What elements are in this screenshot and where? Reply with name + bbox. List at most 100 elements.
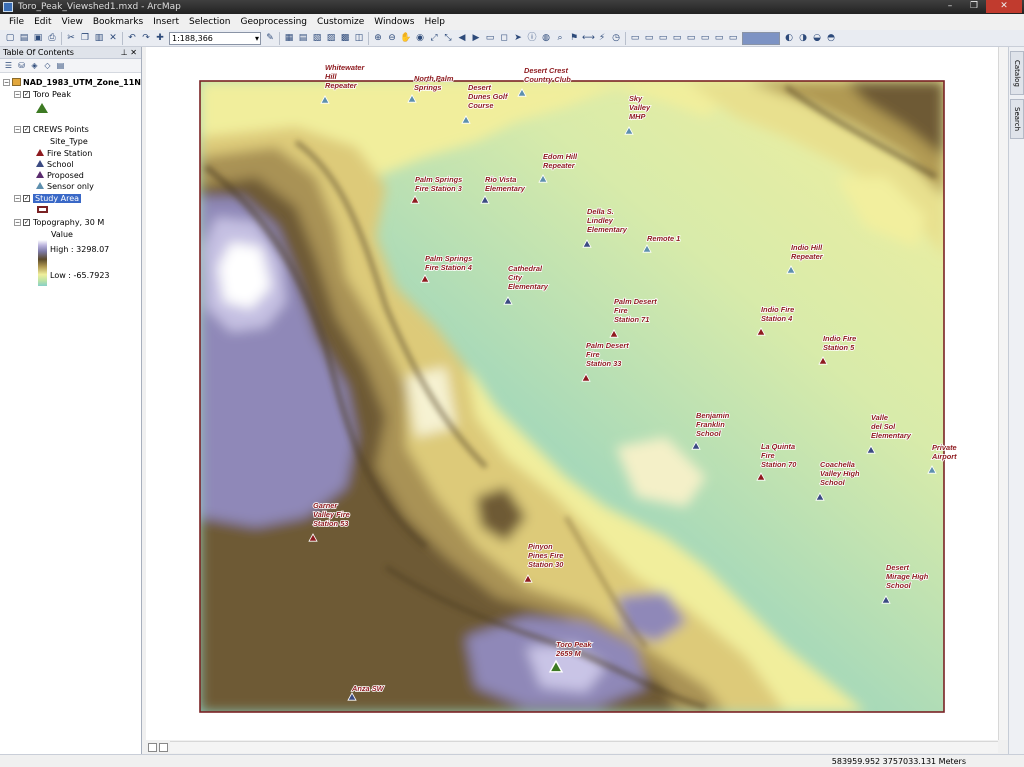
- zoom-out-icon[interactable]: ⊖: [386, 32, 398, 44]
- paste-icon[interactable]: ▥: [93, 32, 105, 44]
- fixed-zoom-in-icon[interactable]: ⤢: [428, 32, 440, 44]
- layer-row-toro-peak[interactable]: − ✓ Toro Peak: [14, 89, 71, 100]
- select-elements-icon[interactable]: ➤: [512, 32, 524, 44]
- forward-extent-icon[interactable]: ▶: [470, 32, 482, 44]
- list-by-selection-icon[interactable]: ◇: [42, 60, 53, 71]
- layer-visibility-checkbox[interactable]: ✓: [23, 195, 30, 202]
- layout-tool-icon[interactable]: ▭: [699, 32, 711, 44]
- save-icon[interactable]: ▣: [32, 32, 44, 44]
- new-document-icon[interactable]: ▢: [4, 32, 16, 44]
- delete-icon[interactable]: ✕: [107, 32, 119, 44]
- close-button[interactable]: ✕: [986, 0, 1022, 13]
- layer-row-crews-points[interactable]: − ✓ CREWS Points: [14, 124, 89, 135]
- search-window-icon[interactable]: ▧: [311, 32, 323, 44]
- arctoolbox-icon[interactable]: ▨: [325, 32, 337, 44]
- find-route-icon[interactable]: ⚑: [568, 32, 580, 44]
- map-scale-input[interactable]: 1:188,366: [169, 31, 261, 45]
- print-icon[interactable]: ⎙: [46, 32, 58, 44]
- layer-row-study-area[interactable]: − ✓ Study Area: [14, 193, 82, 204]
- hyperlink-icon[interactable]: ⚡: [596, 32, 608, 44]
- pin-close-icon[interactable]: ⊥ ✕: [121, 47, 137, 59]
- layer-visibility-checkbox[interactable]: ✓: [23, 126, 30, 133]
- fixed-zoom-out-icon[interactable]: ⤡: [442, 32, 454, 44]
- maximize-button[interactable]: ❐: [962, 0, 986, 13]
- clear-selection-icon[interactable]: ◻: [498, 32, 510, 44]
- measure-icon[interactable]: ⟷: [582, 32, 595, 44]
- cut-icon[interactable]: ✂: [65, 32, 77, 44]
- pan-icon[interactable]: ✋: [400, 32, 412, 44]
- html-popup-icon[interactable]: ◍: [540, 32, 552, 44]
- menu-windows[interactable]: Windows: [369, 14, 419, 30]
- menu-help[interactable]: Help: [419, 14, 450, 30]
- catalog-icon[interactable]: ▤: [297, 32, 309, 44]
- list-by-visibility-icon[interactable]: ◈: [29, 60, 40, 71]
- layout-view-button[interactable]: [159, 742, 168, 752]
- back-extent-icon[interactable]: ◀: [456, 32, 468, 44]
- list-by-drawing-order-icon[interactable]: ☰: [3, 60, 14, 71]
- layout-tool-icon[interactable]: ▭: [629, 32, 641, 44]
- layer-visibility-checkbox[interactable]: ✓: [23, 219, 30, 226]
- table-icon[interactable]: ▦: [283, 32, 295, 44]
- vertical-scrollbar[interactable]: [998, 47, 1008, 740]
- menu-file[interactable]: File: [4, 14, 29, 30]
- map-point-label: Edom Hill Repeater: [543, 152, 578, 170]
- time-slider-icon[interactable]: ◷: [610, 32, 622, 44]
- legend-patch-study-area: [37, 205, 48, 216]
- editor-icon[interactable]: ✎: [264, 32, 276, 44]
- minimize-button[interactable]: –: [938, 0, 962, 13]
- window-title: Toro_Peak_Viewshed1.mxd - ArcMap: [18, 2, 181, 12]
- toc-toolbar: ☰ ⛁ ◈ ◇ ▤: [0, 59, 141, 73]
- effects-icon[interactable]: ◑: [797, 32, 809, 44]
- proposed-symbol-icon: [36, 171, 44, 178]
- menu-selection[interactable]: Selection: [184, 14, 235, 30]
- menu-bookmarks[interactable]: Bookmarks: [88, 14, 148, 30]
- menu-insert[interactable]: Insert: [148, 14, 184, 30]
- find-icon[interactable]: ⌕: [554, 32, 566, 44]
- collapse-icon[interactable]: −: [14, 195, 21, 202]
- catalog-tab[interactable]: Catalog: [1010, 51, 1024, 95]
- collapse-icon[interactable]: −: [14, 91, 21, 98]
- open-icon[interactable]: ▤: [18, 32, 30, 44]
- map-view[interactable]: Whitewater Hill Repeater North Palm Springs D…: [146, 47, 998, 740]
- undo-icon[interactable]: ↶: [126, 32, 138, 44]
- full-extent-icon[interactable]: ◉: [414, 32, 426, 44]
- title-bar: Toro_Peak_Viewshed1.mxd - ArcMap – ❐ ✕: [0, 0, 1024, 14]
- layout-tool-icon[interactable]: ▭: [727, 32, 739, 44]
- layout-tool-icon[interactable]: ▭: [643, 32, 655, 44]
- add-data-icon[interactable]: ✚: [154, 32, 166, 44]
- effects-icon[interactable]: ◒: [811, 32, 823, 44]
- horizontal-scrollbar[interactable]: [170, 741, 998, 753]
- search-tab[interactable]: Search: [1010, 99, 1024, 139]
- layout-tool-icon[interactable]: ▭: [713, 32, 725, 44]
- collapse-icon[interactable]: −: [14, 126, 21, 133]
- model-builder-icon[interactable]: ◫: [353, 32, 365, 44]
- data-view-button[interactable]: [148, 742, 157, 752]
- python-icon[interactable]: ▩: [339, 32, 351, 44]
- layer-row-topography[interactable]: − ✓ Topography, 30 M: [14, 217, 104, 228]
- dataframe-row[interactable]: − NAD_1983_UTM_Zone_11N: [3, 77, 141, 88]
- effects-icon[interactable]: ◐: [783, 32, 795, 44]
- menu-view[interactable]: View: [57, 14, 88, 30]
- layout-tool-icon[interactable]: ▭: [657, 32, 669, 44]
- menu-edit[interactable]: Edit: [29, 14, 56, 30]
- menu-geoprocessing[interactable]: Geoprocessing: [235, 14, 312, 30]
- layout-tool-icon[interactable]: ▭: [671, 32, 683, 44]
- map-canvas[interactable]: Whitewater Hill RepeaterNorth Palm SpringsD…: [146, 47, 998, 740]
- identify-icon[interactable]: ⓘ: [526, 32, 538, 44]
- layer-visibility-checkbox[interactable]: ✓: [23, 91, 30, 98]
- fire-station-symbol-icon: [36, 149, 44, 156]
- legend-patch-toro-peak: [36, 103, 51, 114]
- collapse-icon[interactable]: −: [14, 219, 21, 226]
- zoom-in-icon[interactable]: ⊕: [372, 32, 384, 44]
- effects-icon[interactable]: ◓: [825, 32, 837, 44]
- redo-icon[interactable]: ↷: [140, 32, 152, 44]
- menu-customize[interactable]: Customize: [312, 14, 369, 30]
- target-layer-dropdown[interactable]: [742, 31, 780, 45]
- list-by-source-icon[interactable]: ⛁: [16, 60, 27, 71]
- toc-options-icon[interactable]: ▤: [55, 60, 66, 71]
- layout-tool-icon[interactable]: ▭: [685, 32, 697, 44]
- copy-icon[interactable]: ❐: [79, 32, 91, 44]
- collapse-icon[interactable]: −: [3, 79, 10, 86]
- select-features-icon[interactable]: ▭: [484, 32, 496, 44]
- dataframe-icon: [12, 78, 21, 86]
